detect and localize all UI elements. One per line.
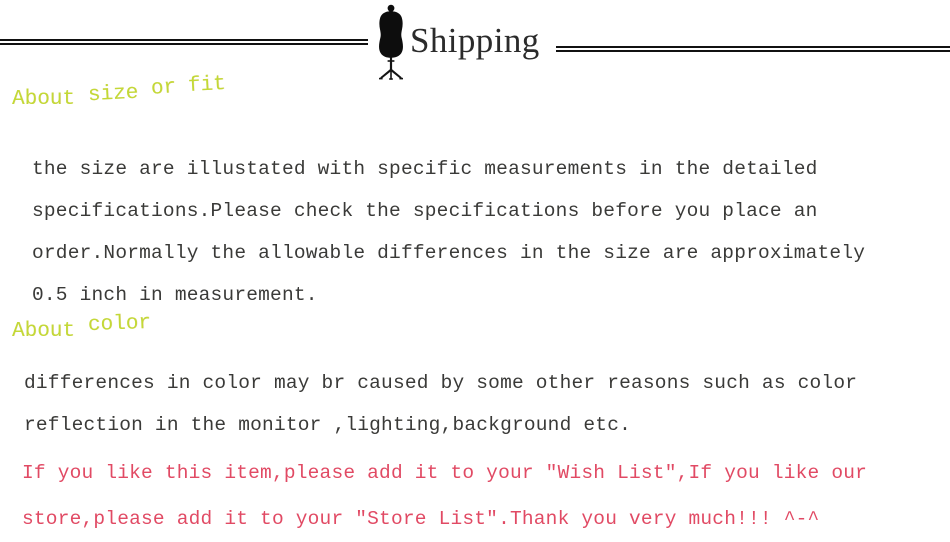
header-rule-right xyxy=(556,46,950,52)
heading-word: color xyxy=(87,311,152,338)
heading-word: fit xyxy=(187,73,227,98)
body-line: specifications.Please check the specific… xyxy=(32,200,818,222)
note-line: If you like this item,please add it to y… xyxy=(22,462,868,484)
body-line: reflection in the monitor ,lighting,back… xyxy=(24,414,631,436)
heading-word: size xyxy=(87,81,139,108)
heading-word: or xyxy=(149,76,177,101)
body-line: order.Normally the allowable differences… xyxy=(32,242,866,264)
header-title-block: Shipping xyxy=(368,0,558,88)
section-heading-about-size-or-fit: About size or fit xyxy=(12,73,227,111)
body-line: the size are illustated with specific me… xyxy=(32,158,818,180)
body-line: differences in color may br caused by so… xyxy=(24,372,858,394)
note-line: store,please add it to your "Store List"… xyxy=(22,508,820,530)
dress-form-mannequin-icon xyxy=(379,4,403,80)
header-rule-left xyxy=(0,39,368,45)
shipping-info-banner: Shipping About size or fit the size are … xyxy=(0,0,950,535)
body-line: 0.5 inch in measurement. xyxy=(32,284,318,306)
heading-word: About xyxy=(12,320,76,343)
wishlist-store-note: If you like this item,please add it to y… xyxy=(22,450,867,542)
section-body-about-size: the size are illustated with specific me… xyxy=(32,148,865,316)
heading-word: About xyxy=(12,88,76,111)
page-title: Shipping xyxy=(410,21,540,60)
section-body-about-color: differences in color may br caused by so… xyxy=(24,362,857,446)
page-header: Shipping xyxy=(0,0,950,88)
section-heading-about-color: About color xyxy=(12,312,151,343)
